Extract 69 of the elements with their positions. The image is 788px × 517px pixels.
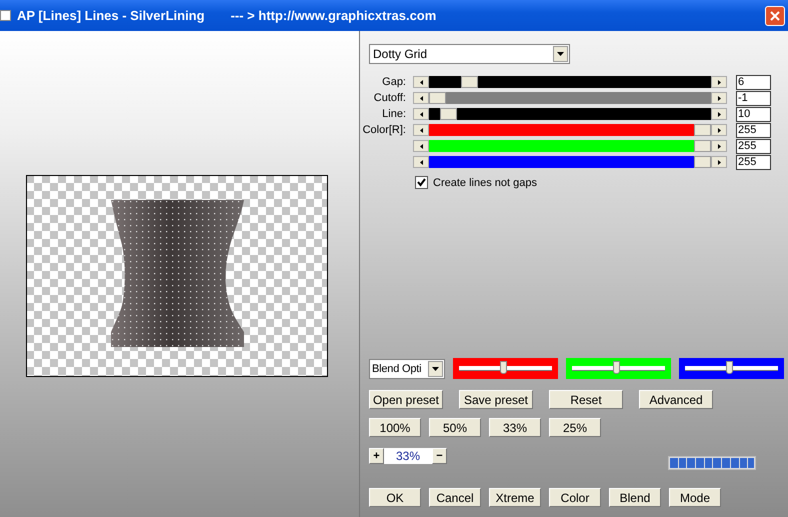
value-field[interactable]: 255 xyxy=(736,138,771,154)
slider-label: Gap: xyxy=(381,76,407,88)
scroll-right-button[interactable] xyxy=(711,140,727,152)
value-field[interactable]: 6 xyxy=(736,74,771,90)
blend-dropdown[interactable]: Blend Opti xyxy=(369,358,445,378)
value-field[interactable]: 255 xyxy=(736,122,771,138)
right-arrow-icon xyxy=(718,128,720,132)
checkbox[interactable] xyxy=(415,176,428,189)
value-field[interactable]: 255 xyxy=(736,154,771,170)
value-field[interactable]: 10 xyxy=(736,106,771,122)
right-arrow-icon xyxy=(718,80,720,84)
window-title: AP [Lines] Lines - SilverLining xyxy=(17,8,205,23)
scroll-left-button[interactable] xyxy=(413,92,429,104)
slider-label: Cutoff: xyxy=(372,92,407,104)
action-button[interactable]: OK xyxy=(369,488,421,507)
slider-thumb[interactable] xyxy=(440,108,457,120)
action-button[interactable]: Color xyxy=(549,488,601,507)
right-arrow-icon xyxy=(718,96,720,100)
scroll-right-button[interactable] xyxy=(711,124,727,136)
zoom-button[interactable]: 25% xyxy=(549,418,601,437)
close-button[interactable] xyxy=(765,6,785,26)
scroll-right-button[interactable] xyxy=(711,156,727,168)
slider-thumb[interactable] xyxy=(694,156,711,168)
scroll-left-button[interactable] xyxy=(413,140,429,152)
slider-thumb[interactable] xyxy=(429,92,446,104)
right-arrow-icon xyxy=(718,144,720,148)
window-subtitle: --- > http://www.graphicxtras.com xyxy=(230,8,436,23)
action-button[interactable]: Mode xyxy=(669,488,721,507)
zoom-button[interactable]: 100% xyxy=(369,418,421,437)
preset-button[interactable]: Reset xyxy=(549,390,623,409)
left-arrow-icon xyxy=(420,128,422,132)
right-arrow-icon xyxy=(718,112,720,116)
scroll-right-button[interactable] xyxy=(711,76,727,88)
value-field[interactable]: -1 xyxy=(736,90,771,106)
zoom-button[interactable]: 33% xyxy=(489,418,541,437)
right-arrow-icon xyxy=(718,160,720,164)
blend-slider-thumb[interactable] xyxy=(613,361,620,374)
zoom-out-button[interactable]: − xyxy=(432,448,447,464)
preset-button[interactable]: Save preset xyxy=(459,390,533,409)
scroll-left-button[interactable] xyxy=(413,124,429,136)
checkbox-label: Create lines not gaps xyxy=(433,176,537,188)
scroll-left-button[interactable] xyxy=(413,108,429,120)
slider-thumb[interactable] xyxy=(460,76,478,88)
left-arrow-icon xyxy=(420,96,422,100)
left-arrow-icon xyxy=(420,160,422,164)
scroll-right-button[interactable] xyxy=(711,92,727,104)
scroll-left-button[interactable] xyxy=(413,76,429,88)
preset-button[interactable]: Open preset xyxy=(369,390,443,409)
left-arrow-icon xyxy=(420,112,422,116)
zoom-in-button[interactable]: + xyxy=(369,448,384,464)
action-button[interactable]: Xtreme xyxy=(489,488,541,507)
slider-label: Color[R]: xyxy=(362,124,407,136)
blend-slider-thumb[interactable] xyxy=(726,361,734,374)
scroll-left-button[interactable] xyxy=(413,156,429,168)
blend-slider-thumb[interactable] xyxy=(500,361,508,374)
app-icon xyxy=(0,10,11,21)
zoom-button[interactable]: 50% xyxy=(429,418,481,437)
preset-button[interactable]: Advanced xyxy=(639,390,713,409)
scroll-right-button[interactable] xyxy=(711,108,727,120)
left-arrow-icon xyxy=(420,80,422,84)
zoom-field[interactable]: 33% xyxy=(384,448,432,464)
close-icon xyxy=(769,10,781,22)
action-button[interactable]: Cancel xyxy=(429,488,481,507)
action-button[interactable]: Blend xyxy=(609,488,661,507)
pattern-dropdown[interactable]: Dotty Grid xyxy=(369,44,570,64)
slider-thumb[interactable] xyxy=(694,140,711,152)
slider-label: Line: xyxy=(381,108,407,120)
slider-thumb[interactable] xyxy=(694,124,711,136)
left-arrow-icon xyxy=(420,144,422,148)
